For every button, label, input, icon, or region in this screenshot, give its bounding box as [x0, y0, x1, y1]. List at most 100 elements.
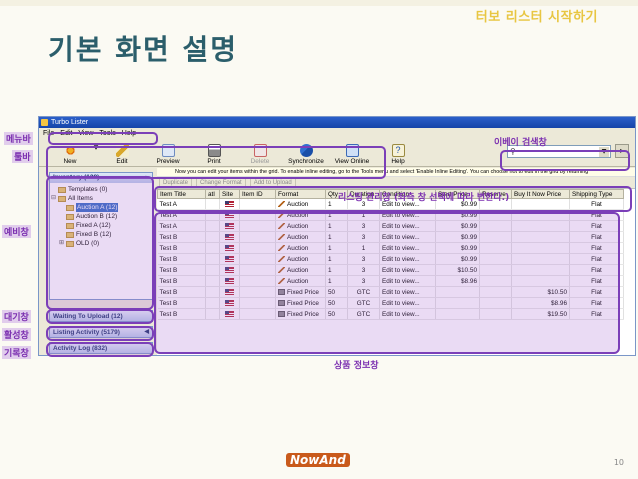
- cell-site[interactable]: [219, 231, 240, 243]
- col-buy-it-now[interactable]: Buy It Now Price: [511, 189, 570, 199]
- cell-buy-it-now[interactable]: [511, 231, 570, 243]
- cell-buy-it-now[interactable]: $19.50: [511, 308, 570, 320]
- cell-item-id[interactable]: [239, 242, 276, 254]
- cell-shipping[interactable]: Flat: [569, 308, 624, 320]
- collapse-icon[interactable]: ▲: [143, 173, 149, 183]
- cell-title[interactable]: Test B: [157, 264, 206, 276]
- add-to-upload-button[interactable]: Add to Upload: [249, 177, 296, 188]
- view-online-button[interactable]: View Online: [329, 138, 375, 166]
- cell-shipping[interactable]: Flat: [569, 209, 624, 221]
- table-row[interactable]: Test B Auction 1 1 Edit to view... $0.99 Flat: [157, 242, 624, 254]
- waiting-to-upload-bar[interactable]: Waiting To Upload (12): [49, 310, 153, 322]
- cell-condition[interactable]: Edit to view...: [379, 231, 436, 243]
- cell-shipping[interactable]: Flat: [569, 242, 624, 254]
- cell-buy-it-now[interactable]: [511, 253, 570, 265]
- inventory-header[interactable]: Inventory (128) ▲: [50, 173, 152, 183]
- new-button[interactable]: New: [47, 138, 93, 166]
- cell-duration[interactable]: GTC: [347, 286, 380, 298]
- cell-title[interactable]: Test B: [157, 231, 206, 243]
- cell-condition[interactable]: Edit to view...: [379, 286, 436, 298]
- cell-title[interactable]: Test A: [157, 198, 206, 210]
- cell-item-id[interactable]: [239, 297, 276, 309]
- cell-format[interactable]: Fixed Price: [275, 308, 326, 320]
- table-row[interactable]: Test B Auction 1 3 Edit to view... $10.50 Flat: [157, 264, 624, 276]
- col-site[interactable]: Site: [219, 189, 240, 199]
- cell-reserve[interactable]: [479, 286, 512, 298]
- tree-item-fixed-a[interactable]: Fixed A (12): [50, 221, 152, 230]
- table-row[interactable]: Test A Auction 1 1 Edit to view... $0.99 Flat: [157, 209, 624, 221]
- cell-site[interactable]: [219, 297, 240, 309]
- tree-item-old[interactable]: ⊞ OLD (0): [50, 239, 152, 248]
- cell-atl[interactable]: [205, 253, 220, 265]
- cell-qty[interactable]: 1: [325, 209, 348, 221]
- cell-start-price[interactable]: $0.99: [435, 242, 480, 254]
- cell-format[interactable]: Auction: [275, 209, 326, 221]
- cell-item-id[interactable]: [239, 220, 276, 232]
- cell-condition[interactable]: Edit to view...: [379, 209, 436, 221]
- cell-site[interactable]: [219, 209, 240, 221]
- cell-item-id[interactable]: [239, 308, 276, 320]
- cell-format[interactable]: Auction: [275, 242, 326, 254]
- cell-atl[interactable]: [205, 209, 220, 221]
- cell-qty[interactable]: 1: [325, 264, 348, 276]
- cell-item-id[interactable]: [239, 275, 276, 287]
- preview-button[interactable]: Preview: [145, 138, 191, 166]
- cell-start-price[interactable]: $0.99: [435, 231, 480, 243]
- cell-reserve[interactable]: [479, 209, 512, 221]
- cell-reserve[interactable]: [479, 253, 512, 265]
- help-button[interactable]: ? Help: [375, 138, 421, 166]
- cell-site[interactable]: [219, 242, 240, 254]
- expand-arrow-icon[interactable]: ◀: [144, 327, 149, 338]
- cell-format[interactable]: Fixed Price: [275, 286, 326, 298]
- cell-shipping[interactable]: Flat: [569, 231, 624, 243]
- table-row[interactable]: Test B Auction 1 3 Edit to view... $8.96 Flat: [157, 275, 624, 287]
- cell-title[interactable]: Test B: [157, 297, 206, 309]
- table-row[interactable]: Test B Fixed Price 50 GTC Edit to view... $10…: [157, 286, 624, 298]
- cell-qty[interactable]: 1: [325, 220, 348, 232]
- cell-reserve[interactable]: [479, 308, 512, 320]
- delete-button[interactable]: Delete: [237, 138, 283, 166]
- col-shipping-type[interactable]: Shipping Type: [569, 189, 624, 199]
- cell-atl[interactable]: [205, 275, 220, 287]
- duplicate-button[interactable]: Duplicate: [159, 177, 193, 188]
- cell-shipping[interactable]: Flat: [569, 253, 624, 265]
- cell-condition[interactable]: Edit to view...: [379, 275, 436, 287]
- cell-condition[interactable]: Edit to view...: [379, 264, 436, 276]
- cell-buy-it-now[interactable]: [511, 242, 570, 254]
- cell-format[interactable]: Fixed Price: [275, 297, 326, 309]
- cell-reserve[interactable]: [479, 242, 512, 254]
- tree-item-templates[interactable]: Templates (0): [50, 185, 152, 194]
- cell-shipping[interactable]: Flat: [569, 286, 624, 298]
- cell-item-id[interactable]: [239, 198, 276, 210]
- cell-qty[interactable]: 50: [325, 297, 348, 309]
- cell-atl[interactable]: [205, 286, 220, 298]
- tree-item-auction-b[interactable]: Auction B (12): [50, 212, 152, 221]
- cell-site[interactable]: [219, 275, 240, 287]
- table-row[interactable]: Test B Auction 1 3 Edit to view... $0.99 Flat: [157, 253, 624, 265]
- expand-icon[interactable]: ⊟: [51, 194, 57, 203]
- cell-title[interactable]: Test B: [157, 308, 206, 320]
- cell-atl[interactable]: [205, 231, 220, 243]
- cell-qty[interactable]: 1: [325, 231, 348, 243]
- cell-format[interactable]: Auction: [275, 264, 326, 276]
- cell-condition[interactable]: Edit to view...: [379, 220, 436, 232]
- cell-site[interactable]: [219, 253, 240, 265]
- tree-item-fixed-b[interactable]: Fixed B (12): [50, 230, 152, 239]
- cell-site[interactable]: [219, 264, 240, 276]
- cell-format[interactable]: Auction: [275, 253, 326, 265]
- cell-start-price[interactable]: $8.96: [435, 275, 480, 287]
- cell-qty[interactable]: 1: [325, 242, 348, 254]
- cell-title[interactable]: Test A: [157, 209, 206, 221]
- cell-title[interactable]: Test B: [157, 242, 206, 254]
- cell-duration[interactable]: 3: [347, 275, 380, 287]
- cell-start-price[interactable]: $0.99: [435, 209, 480, 221]
- cell-reserve[interactable]: [479, 231, 512, 243]
- chevron-down-icon[interactable]: ▼: [599, 147, 609, 157]
- table-row[interactable]: Test B Fixed Price 50 GTC Edit to view... $19…: [157, 308, 624, 320]
- cell-atl[interactable]: [205, 297, 220, 309]
- col-item-title[interactable]: Item Title: [157, 189, 206, 199]
- col-format[interactable]: Format: [275, 189, 326, 199]
- cell-start-price[interactable]: [435, 286, 480, 298]
- cell-reserve[interactable]: [479, 275, 512, 287]
- col-item-id[interactable]: Item ID: [239, 189, 276, 199]
